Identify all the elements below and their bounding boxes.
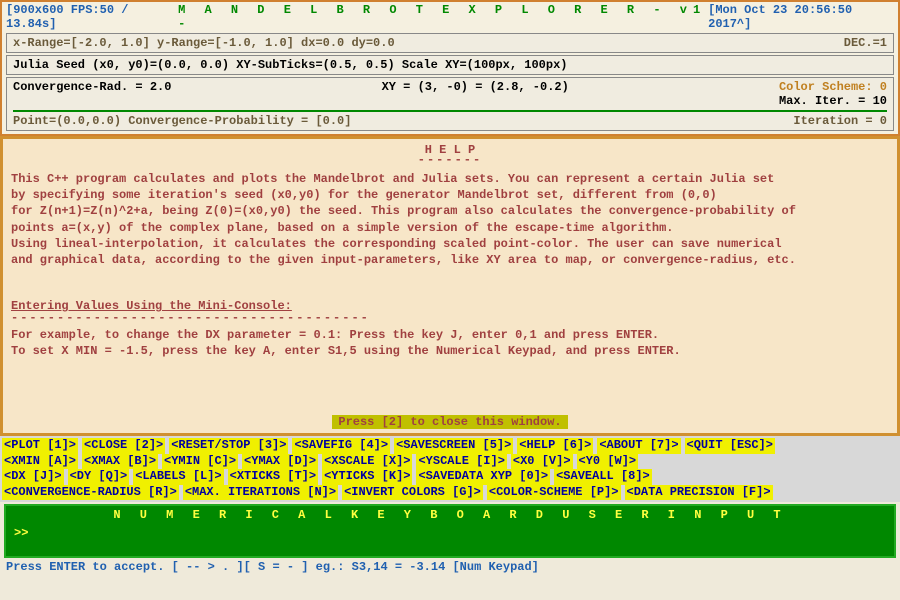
help-text: Using lineal-interpolation, it calculate… — [11, 236, 889, 252]
cmd-button[interactable]: <XMIN [A]> — [2, 454, 78, 470]
cmd-button[interactable]: <SAVEFIG [4]> — [292, 438, 390, 454]
cmd-button[interactable]: <INVERT COLORS [G]> — [342, 485, 483, 501]
julia-seed-info: Julia Seed (x0, y0)=(0.0, 0.0) XY-SubTic… — [13, 58, 568, 72]
cmd-button[interactable]: <SAVESCREEN [5]> — [394, 438, 513, 454]
point-prob: Point=(0.0,0.0) Convergence-Probability … — [13, 114, 351, 128]
help-example: For example, to change the DX parameter … — [11, 327, 889, 343]
app-title: M A N D E L B R O T E X P L O R E R - v1… — [178, 3, 708, 31]
cmd-button[interactable]: <MAX. ITERATIONS [N]> — [183, 485, 338, 501]
cmd-button[interactable]: <CLOSE [2]> — [82, 438, 165, 454]
help-panel: H E L P ------- This C++ program calcula… — [0, 136, 900, 436]
cmd-button[interactable]: <DX [J]> — [2, 469, 64, 485]
cmd-button[interactable]: <CONVERGENCE-RADIUS [R]> — [2, 485, 179, 501]
help-text: for Z(n+1)=Z(n)^2+a, being Z(0)=(x0,y0) … — [11, 203, 889, 219]
cmd-button[interactable]: <LABELS [L]> — [133, 469, 223, 485]
numpad-panel[interactable]: N U M E R I C A L K E Y B O A R D U S E … — [4, 504, 896, 558]
help-example: To set X MIN = -1.5, press the key A, en… — [11, 343, 889, 359]
help-title-underline: ------- — [11, 153, 889, 167]
cmd-row-3: <DX [J]><DY [Q]><LABELS [L]> <XTICKS [T]>… — [2, 469, 898, 485]
cmd-button[interactable]: <QUIT [ESC]> — [685, 438, 775, 454]
cmd-button[interactable]: <YMIN [C]> — [162, 454, 238, 470]
cmd-button[interactable]: <YSCALE [I]> — [416, 454, 506, 470]
dec-info: DEC.=1 — [844, 36, 887, 50]
cmd-button[interactable]: <X0 [V]> — [511, 454, 573, 470]
help-close-hint: Press [2] to close this window. — [3, 415, 897, 429]
color-scheme: Color Scheme: 0 — [779, 80, 887, 94]
cmd-button[interactable]: <COLOR-SCHEME [P]> — [487, 485, 621, 501]
help-text: points a=(x,y) of the complex plane, bas… — [11, 220, 889, 236]
help-subtitle-underline: --------------------------------------- — [11, 310, 889, 326]
cmd-button[interactable]: <XTICKS [T]> — [228, 469, 318, 485]
cmd-button[interactable]: <Y0 [W]> — [577, 454, 639, 470]
numpad-prompt[interactable]: >> — [8, 522, 892, 554]
cmd-button[interactable]: <SAVEDATA XYP [0]> — [416, 469, 550, 485]
help-text: and graphical data, according to the giv… — [11, 252, 889, 268]
numpad-title: N U M E R I C A L K E Y B O A R D U S E … — [8, 508, 892, 522]
fps-info: [900x600 FPS:50 / 13.84s] — [6, 3, 178, 31]
conv-rad: Convergence-Rad. = 2.0 — [13, 80, 171, 108]
cmd-button[interactable]: <DATA PRECISION [F]> — [625, 485, 773, 501]
cmd-button[interactable]: <HELP [6]> — [517, 438, 593, 454]
cmd-button[interactable]: <YTICKS [K]> — [322, 469, 412, 485]
range-info: x-Range=[-2.0, 1.0] y-Range=[-1.0, 1.0] … — [13, 36, 395, 50]
cmd-button[interactable]: <XMAX [B]> — [82, 454, 158, 470]
help-text: This C++ program calculates and plots th… — [11, 171, 889, 187]
cmd-button[interactable]: <SAVEALL [8]> — [554, 469, 652, 485]
cmd-button[interactable]: <XSCALE [X]> — [322, 454, 412, 470]
command-bar: <PLOT [1]><CLOSE [2]><RESET/STOP [3]><SA… — [0, 436, 900, 502]
help-text: by specifying some iteration's seed (x0,… — [11, 187, 889, 203]
cmd-row-2: <XMIN [A]><XMAX [B]><YMIN [C]><YMAX [D]>… — [2, 454, 898, 470]
footer-hint: Press ENTER to accept. [ -- > . ][ S = -… — [0, 558, 900, 576]
cmd-row-1: <PLOT [1]><CLOSE [2]><RESET/STOP [3]><SA… — [2, 438, 898, 454]
cmd-button[interactable]: <ABOUT [7]> — [597, 438, 680, 454]
cmd-button[interactable]: <YMAX [D]> — [242, 454, 318, 470]
iteration: Iteration = 0 — [793, 114, 887, 128]
max-iter: Max. Iter. = 10 — [779, 94, 887, 108]
header-bar: [900x600 FPS:50 / 13.84s] M A N D E L B … — [0, 0, 900, 136]
cmd-button[interactable]: <PLOT [1]> — [2, 438, 78, 454]
cmd-button[interactable]: <DY [Q]> — [68, 469, 130, 485]
xy-coords: XY = (3, -0) = (2.8, -0.2) — [382, 80, 569, 108]
cmd-row-4: <CONVERGENCE-RADIUS [R]><MAX. ITERATIONS… — [2, 485, 898, 501]
status-conv: Convergence-Rad. = 2.0 XY = (3, -0) = (2… — [6, 77, 894, 131]
status-range: x-Range=[-2.0, 1.0] y-Range=[-1.0, 1.0] … — [6, 33, 894, 53]
datetime: [Mon Oct 23 20:56:50 2017^] — [708, 3, 894, 31]
cmd-button[interactable]: <RESET/STOP [3]> — [169, 438, 288, 454]
status-julia: Julia Seed (x0, y0)=(0.0, 0.0) XY-SubTic… — [6, 55, 894, 75]
